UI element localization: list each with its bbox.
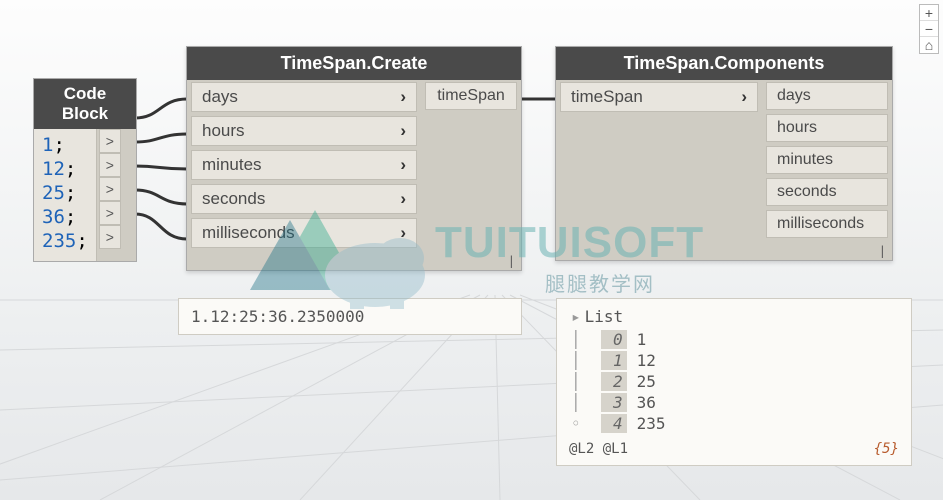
- input-port-days[interactable]: days›: [191, 82, 417, 112]
- chevron-right-icon: ›: [400, 121, 406, 141]
- input-port-minutes[interactable]: minutes›: [191, 150, 417, 180]
- list-item: │225: [569, 372, 899, 391]
- list-item: │112: [569, 351, 899, 370]
- lacing-indicator: |: [879, 244, 886, 258]
- preview-timespan-components: ▸List │01 │112 │225 │336 ◦4235 @L2 @L1 {…: [556, 298, 912, 466]
- node-timespan-create[interactable]: TimeSpan.Create days› hours› minutes› se…: [186, 46, 522, 271]
- preview-footer-count: {5}: [874, 441, 899, 457]
- input-port-timespan[interactable]: timeSpan›: [560, 82, 758, 112]
- node-timespan-components[interactable]: TimeSpan.Components timeSpan› days hours…: [555, 46, 893, 261]
- list-item: ◦4235: [569, 414, 899, 433]
- input-port-hours[interactable]: hours›: [191, 116, 417, 146]
- output-port-minutes[interactable]: minutes: [766, 146, 888, 174]
- node-title: TimeSpan.Components: [556, 47, 892, 80]
- zoom-out-button[interactable]: −: [920, 21, 938, 37]
- node-code-block[interactable]: Code Block 1; 12; 25; 36; 235; > > > > >: [33, 78, 137, 262]
- code-out-port[interactable]: >: [99, 153, 121, 177]
- output-port-milliseconds[interactable]: milliseconds: [766, 210, 888, 238]
- code-block-editor[interactable]: 1; 12; 25; 36; 235;: [34, 129, 97, 261]
- code-out-port[interactable]: >: [99, 225, 121, 249]
- list-item: │01: [569, 330, 899, 349]
- output-port-hours[interactable]: hours: [766, 114, 888, 142]
- zoom-in-button[interactable]: +: [920, 5, 938, 21]
- chevron-right-icon: ›: [741, 87, 747, 107]
- chevron-right-icon: ›: [400, 87, 406, 107]
- input-port-milliseconds[interactable]: milliseconds›: [191, 218, 417, 248]
- output-port-seconds[interactable]: seconds: [766, 178, 888, 206]
- chevron-right-icon: ›: [400, 223, 406, 243]
- output-port-days[interactable]: days: [766, 82, 888, 110]
- code-out-port[interactable]: >: [99, 129, 121, 153]
- node-title: Code Block: [34, 79, 136, 129]
- code-out-port[interactable]: >: [99, 177, 121, 201]
- zoom-fit-button[interactable]: ⌂: [920, 37, 938, 53]
- zoom-controls: + − ⌂: [919, 4, 939, 54]
- preview-timespan-create: 1.12:25:36.2350000: [178, 298, 522, 335]
- chevron-right-icon: ›: [400, 189, 406, 209]
- output-port-timespan[interactable]: timeSpan: [425, 82, 517, 110]
- node-title: TimeSpan.Create: [187, 47, 521, 80]
- preview-footer-levels: @L2 @L1: [569, 441, 628, 457]
- chevron-right-icon: ›: [400, 155, 406, 175]
- input-port-seconds[interactable]: seconds›: [191, 184, 417, 214]
- code-out-port[interactable]: >: [99, 201, 121, 225]
- list-item: │336: [569, 393, 899, 412]
- lacing-indicator: |: [508, 254, 515, 268]
